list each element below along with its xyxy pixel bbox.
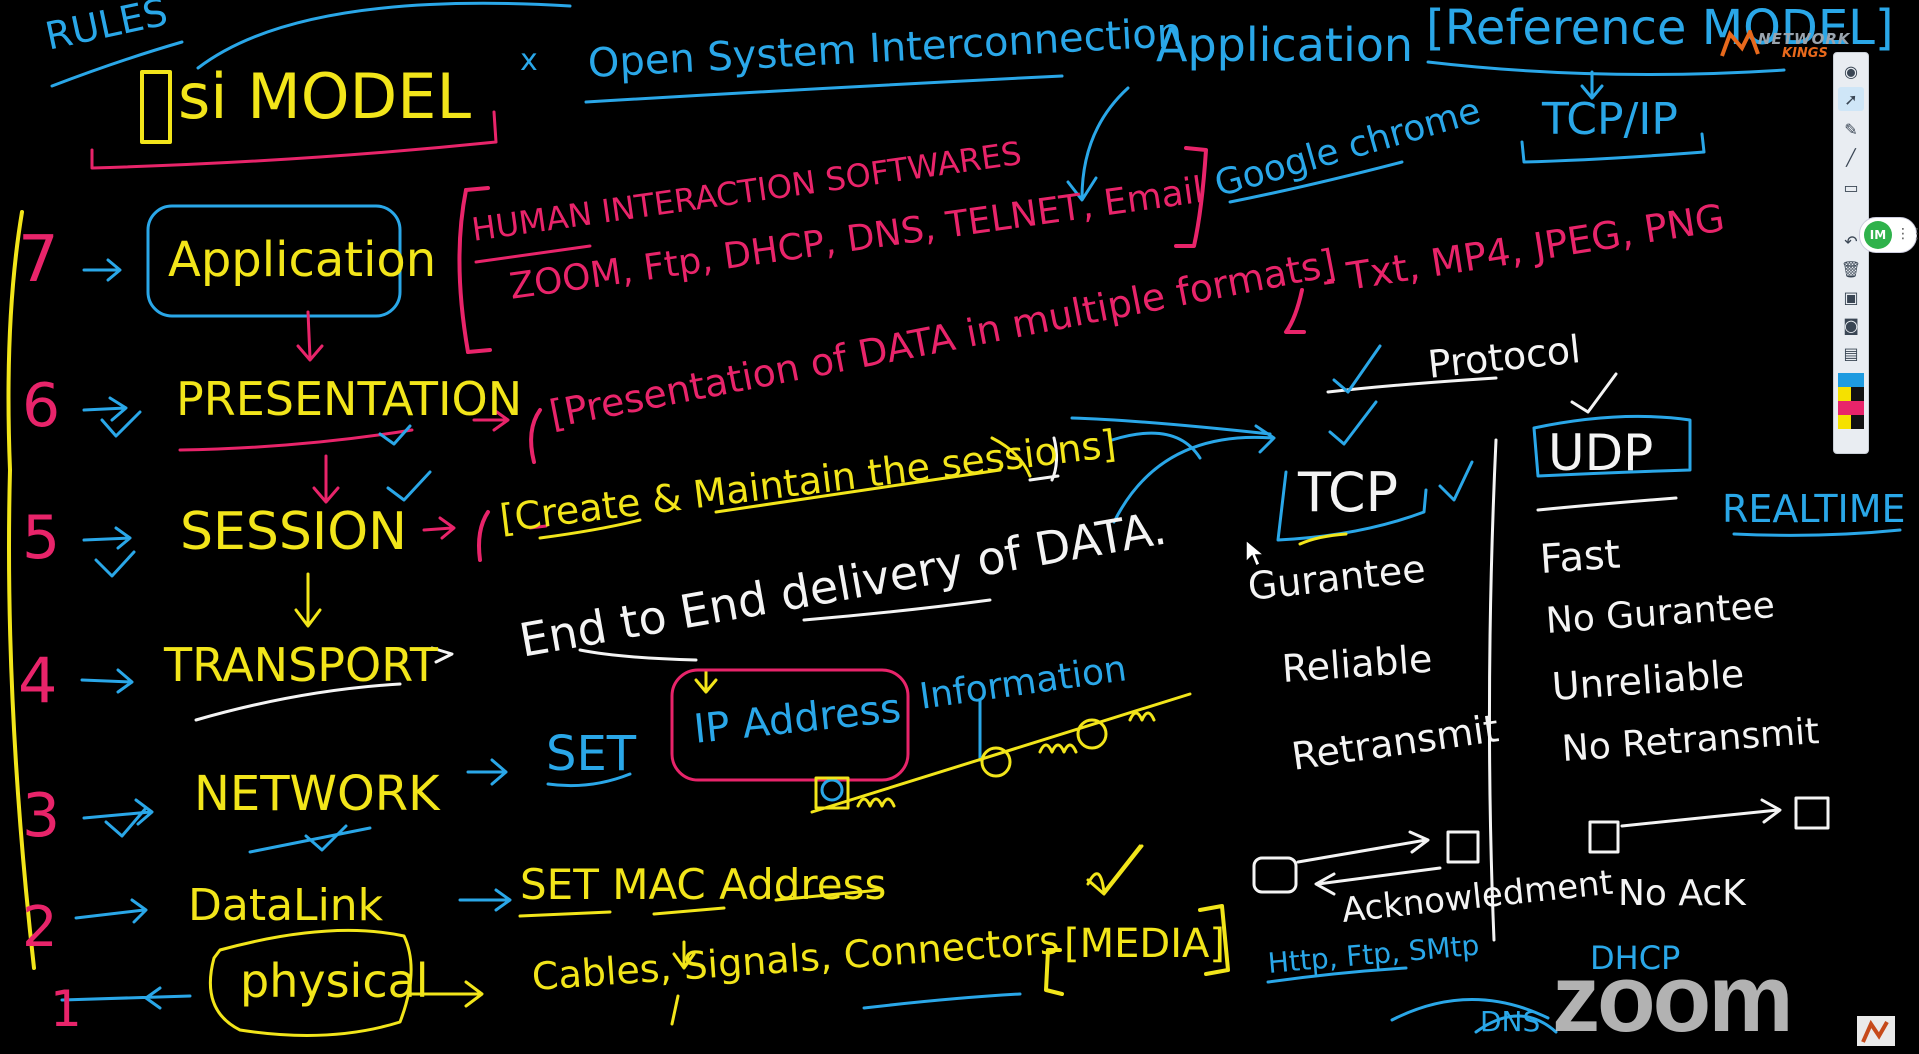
tcp-title: TCP	[1298, 461, 1399, 524]
annotation-toolbar: ◉ ➚ ✎ ╱ ▭ ↶ 🗑 ▣ ◙ ▤	[1833, 52, 1869, 454]
color-swatch-black[interactable]	[1851, 387, 1864, 401]
tcp-prop-reliable: Reliable	[1280, 636, 1434, 691]
tcp-ip-label: TCP/IP	[1542, 94, 1678, 145]
color-swatch-blue[interactable]	[1838, 373, 1864, 387]
layer-2-number: 2	[22, 895, 58, 960]
whiteboard-canvas[interactable]: RULES si MODEL x Open System Interconnec…	[0, 0, 1919, 1046]
layer-2-name: DataLink	[188, 880, 384, 931]
udp-no-ack: No AcK	[1618, 873, 1746, 914]
layer-3-number: 3	[22, 781, 61, 851]
trash-icon[interactable]: 🗑	[1838, 257, 1864, 281]
layer-4-number: 4	[18, 644, 58, 717]
color-swatch-black-2[interactable]	[1851, 415, 1864, 429]
udp-title: UDP	[1548, 424, 1654, 482]
presenter-bubble[interactable]: IM ⋮⋮	[1859, 217, 1919, 253]
osi-model-title: si MODEL	[178, 60, 471, 133]
highlighter-icon[interactable]: ╱	[1838, 145, 1864, 169]
layer-3-set: SET	[546, 726, 637, 782]
layer-1-number: 1	[50, 980, 82, 1038]
zoom-watermark: zoom	[1552, 945, 1794, 1052]
x-mark: x	[520, 43, 538, 78]
clipboard-icon[interactable]: ▤	[1838, 341, 1864, 365]
color-swatch-pink[interactable]	[1838, 401, 1864, 415]
application-label: Application	[1156, 18, 1414, 72]
save-icon[interactable]: ▣	[1838, 285, 1864, 309]
tcp-dns: DNS	[1480, 1005, 1541, 1038]
layer-7-name: Application	[168, 232, 437, 288]
eye-icon[interactable]: ◉	[1838, 59, 1864, 83]
layer-5-number: 5	[22, 503, 61, 573]
camera-icon[interactable]: ◙	[1838, 313, 1864, 337]
network-kings-mark-icon	[1720, 30, 1760, 57]
drag-handle-icon[interactable]: ⋮⋮	[1896, 226, 1919, 242]
realtime-label: REALTIME	[1722, 487, 1906, 531]
layer-6-number: 6	[22, 371, 61, 441]
logo-line-2: KINGS	[1782, 46, 1828, 61]
layer-7-number: 7	[18, 223, 59, 297]
color-swatch-yellow-2[interactable]	[1838, 415, 1851, 429]
eraser-icon[interactable]: ▭	[1838, 175, 1864, 199]
pen-icon[interactable]: ✎	[1838, 117, 1864, 141]
layer-4-name: TRANSPORT	[164, 638, 438, 692]
pointer-icon[interactable]: ➚	[1838, 87, 1864, 111]
avatar: IM	[1864, 221, 1892, 249]
layer-1-name: physical	[240, 954, 429, 1008]
color-swatch-yellow[interactable]	[1838, 387, 1851, 401]
layer-1-media: [MEDIA]	[1064, 921, 1225, 967]
layer-6-name: PRESENTATION	[176, 372, 523, 426]
layer-2-description: SET MAC Address	[520, 860, 887, 909]
udp-prop-fast: Fast	[1538, 531, 1622, 583]
layer-3-name: NETWORK	[194, 766, 440, 822]
mouse-cursor-icon	[1245, 538, 1266, 568]
corner-logo-icon	[1857, 1016, 1895, 1046]
layer-5-name: SESSION	[180, 502, 408, 562]
